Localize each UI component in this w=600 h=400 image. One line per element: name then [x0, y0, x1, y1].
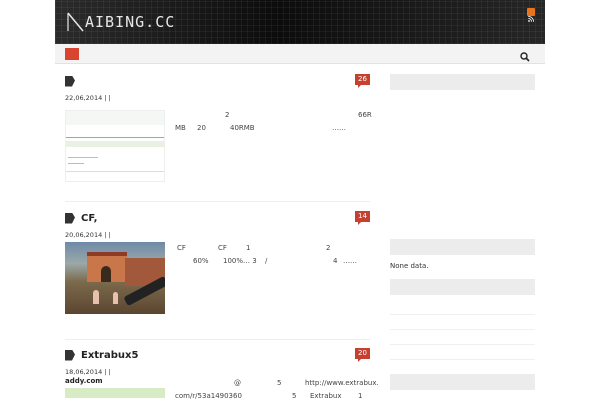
excerpt-text: 1: [358, 392, 363, 400]
post-thumbnail[interactable]: [65, 242, 165, 314]
nav-bar: [55, 44, 545, 64]
excerpt-text: 5: [277, 379, 282, 387]
excerpt-text: 60%: [193, 257, 209, 265]
comment-count-badge[interactable]: 20: [355, 348, 370, 362]
widget-title: [390, 279, 535, 295]
post-meta: 18,06,2014 | |: [65, 368, 111, 376]
logo-slash-icon: [67, 12, 84, 32]
widget-title: [390, 374, 535, 390]
site-logo[interactable]: AIBING.CC: [65, 8, 175, 36]
post-title-link[interactable]: CF,: [65, 211, 97, 225]
search-icon[interactable]: [519, 48, 531, 62]
thumbnail-title: addy.com: [65, 377, 103, 385]
excerpt-text: 40RMB: [230, 124, 255, 132]
excerpt-text: 2: [326, 244, 331, 252]
excerpt-text: 66R: [358, 111, 372, 119]
post-thumbnail[interactable]: [65, 110, 165, 182]
post-meta: 22,06,2014 | |: [65, 94, 111, 102]
page: AIBING.CC 26 22,06,2014 | | 2 66R MB 20 …: [0, 0, 600, 400]
excerpt-text: CF: [177, 244, 186, 252]
excerpt-text: 2: [225, 111, 230, 119]
post-flag-icon: [65, 349, 75, 361]
post-flag-icon: [65, 212, 75, 224]
excerpt-text: /: [265, 257, 268, 265]
rss-icon[interactable]: [527, 8, 535, 22]
excerpt-text: 4: [333, 257, 338, 265]
post-item: CF, 14 20,06,2014 | | CF CF 1 2 60% 100%…: [65, 211, 370, 336]
post-list: 26 22,06,2014 | | 2 66R MB 20 40RMB …… C…: [55, 64, 380, 400]
excerpt-text: ……: [343, 257, 357, 265]
excerpt-text: ……: [332, 124, 346, 132]
post-flag-icon: [65, 75, 75, 87]
excerpt-text: Extrabux: [310, 392, 342, 400]
excerpt-text: CF: [218, 244, 227, 252]
widget-divider: [390, 359, 535, 360]
post-title[interactable]: Extrabux5: [81, 350, 138, 361]
comment-count-badge[interactable]: 26: [355, 74, 370, 88]
site-header: AIBING.CC: [55, 0, 545, 44]
sidebar: None data.: [390, 64, 535, 400]
widget-title: [390, 239, 535, 255]
post-divider: [65, 339, 370, 340]
post-title-link[interactable]: Extrabux5: [65, 348, 138, 362]
home-button[interactable]: [65, 48, 79, 60]
widget-title: [390, 74, 535, 90]
widget-empty-text: None data.: [390, 262, 429, 270]
excerpt-text: @: [234, 379, 241, 387]
post-divider: [65, 201, 370, 202]
excerpt-text: 20: [197, 124, 206, 132]
logo-text: AIBING.CC: [85, 13, 176, 31]
excerpt-text: 1: [246, 244, 251, 252]
post-title-link[interactable]: [65, 74, 81, 88]
widget-divider: [390, 344, 535, 345]
post-item: Extrabux5 20 18,06,2014 | | addy.com @ 5…: [65, 348, 379, 400]
widget-divider: [390, 329, 535, 330]
excerpt-text: 100%… 3: [223, 257, 257, 265]
widget-divider: [390, 314, 535, 315]
excerpt-text: MB: [175, 124, 186, 132]
excerpt-text: 5: [292, 392, 297, 400]
post-title[interactable]: CF,: [81, 213, 97, 224]
excerpt-text: http://www.extrabux.: [305, 379, 379, 387]
excerpt-text: com/r/53a1490360: [175, 392, 242, 400]
post-thumbnail[interactable]: addy.com: [65, 376, 165, 400]
post-item: 26 22,06,2014 | | 2 66R MB 20 40RMB ……: [65, 74, 372, 194]
post-meta: 20,06,2014 | |: [65, 231, 111, 239]
comment-count-badge[interactable]: 14: [355, 211, 370, 225]
